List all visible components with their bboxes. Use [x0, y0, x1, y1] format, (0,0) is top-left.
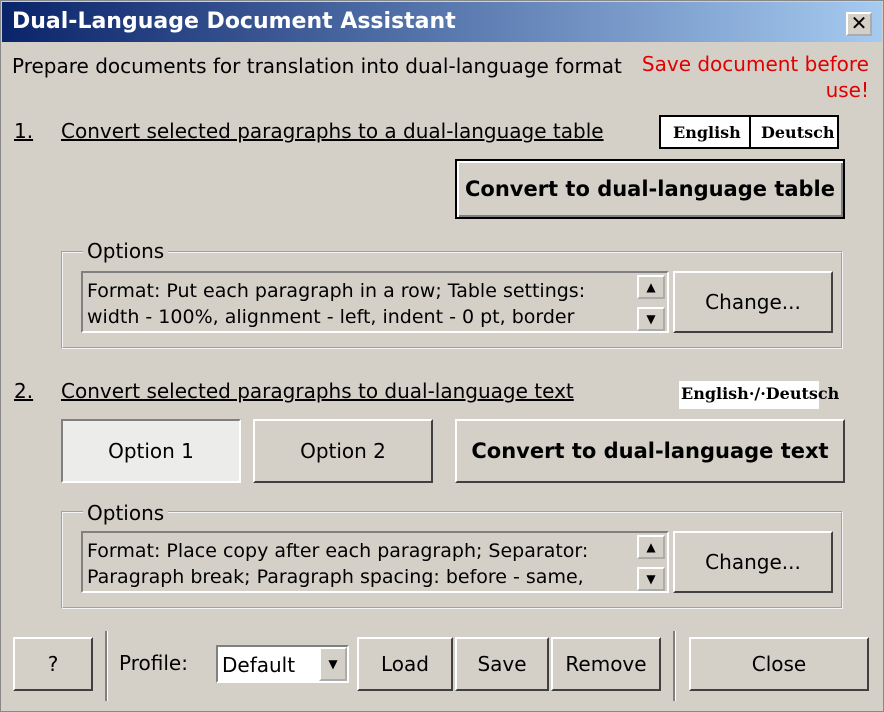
section1-options-line1: Format: Put each paragraph in a row; Tab… [87, 280, 586, 302]
chevron-down-icon[interactable]: ▼ [319, 647, 347, 681]
load-button[interactable]: Load [357, 637, 453, 691]
help-button[interactable]: ? [13, 637, 93, 691]
window-title: Dual-Language Document Assistant [12, 9, 456, 34]
title-bar: Dual-Language Document Assistant ✕ [2, 2, 882, 42]
scroll-up-icon[interactable]: ▲ [637, 535, 665, 559]
profile-label: Profile: [119, 651, 188, 675]
dialog-window: Dual-Language Document Assistant ✕ Prepa… [0, 0, 884, 712]
save-warning-line2: use! [825, 78, 869, 102]
scroll-up-icon[interactable]: ▲ [637, 275, 665, 299]
table-preview: English Deutsch [659, 115, 839, 149]
convert-text-button[interactable]: Convert to dual-language text [455, 419, 845, 483]
section1-change-button[interactable]: Change... [673, 271, 833, 333]
section2-options-line2: Paragraph break; Paragraph spacing: befo… [87, 566, 584, 588]
text-preview: English·/·Deutsch [679, 381, 839, 409]
section2-options-text: Format: Place copy after each paragraph;… [87, 538, 588, 590]
footer-separator-left [105, 631, 108, 701]
save-button[interactable]: Save [455, 637, 549, 691]
profile-select[interactable]: Default ▼ [216, 645, 349, 683]
close-button[interactable]: Close [689, 637, 869, 691]
section1-options-line2: width - 100%, alignment - left, indent -… [87, 306, 575, 328]
footer-separator-right [673, 631, 676, 701]
section2-change-button[interactable]: Change... [673, 531, 833, 593]
option1-button[interactable]: Option 1 [61, 419, 241, 483]
remove-button[interactable]: Remove [551, 637, 661, 691]
convert-table-button[interactable]: Convert to dual-language table [455, 159, 845, 219]
close-window-button[interactable]: ✕ [846, 12, 872, 36]
table-preview-deutsch: Deutsch [761, 123, 835, 142]
section1-options-textbox: Format: Put each paragraph in a row; Tab… [81, 271, 669, 333]
section1-heading: Convert selected paragraphs to a dual-la… [61, 119, 604, 143]
option2-button[interactable]: Option 2 [253, 419, 433, 483]
save-warning: Save document before use! [642, 51, 869, 103]
section2-heading: Convert selected paragraphs to dual-lang… [61, 379, 574, 403]
section1-number: 1. [14, 119, 34, 143]
intro-text: Prepare documents for translation into d… [12, 54, 622, 78]
scroll-down-icon[interactable]: ▼ [637, 567, 665, 591]
save-warning-line1: Save document before [641, 52, 869, 76]
section2-options-textbox: Format: Place copy after each paragraph;… [81, 531, 669, 593]
section2-options-label: Options [83, 501, 169, 525]
section1-options-label: Options [83, 239, 169, 263]
table-preview-english: English [673, 123, 741, 142]
section1-options-text: Format: Put each paragraph in a row; Tab… [87, 278, 585, 330]
section2-number: 2. [14, 379, 34, 403]
section2-options-line1: Format: Place copy after each paragraph;… [87, 540, 589, 562]
table-preview-divider [749, 117, 751, 147]
scroll-down-icon[interactable]: ▼ [637, 307, 665, 331]
profile-select-value: Default [222, 653, 296, 677]
